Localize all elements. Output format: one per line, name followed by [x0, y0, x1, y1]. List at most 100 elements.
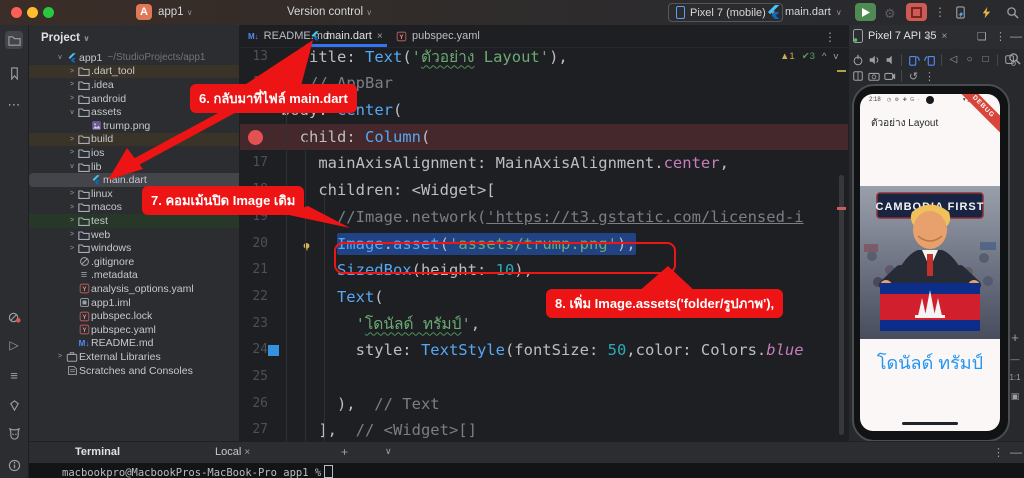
- chevron-right-icon[interactable]: >: [67, 217, 77, 224]
- line-number[interactable]: 23: [240, 311, 268, 338]
- tree-item-test[interactable]: >test: [29, 214, 239, 228]
- project-panel-header[interactable]: Project ∨: [41, 32, 90, 44]
- chevron-right-icon[interactable]: >: [55, 353, 65, 360]
- rotate-left-icon[interactable]: [907, 54, 920, 66]
- close-tab-icon[interactable]: ×: [377, 31, 383, 42]
- line-number[interactable]: 22: [240, 284, 268, 311]
- phone-screen[interactable]: 2:18 ◷ ⚙ ✚ G · ▾ ◢ ▮ DEBUG ตัวอย่าง Layo…: [860, 94, 1000, 431]
- code-text[interactable]: children: <Widget>[: [281, 177, 496, 204]
- chevron-down-icon[interactable]: v: [67, 163, 77, 170]
- strip-structure-lines-button[interactable]: ≡: [5, 366, 23, 384]
- volume-down-icon[interactable]: [883, 54, 896, 66]
- nav-home-icon[interactable]: ○: [963, 54, 976, 65]
- code-text[interactable]: //Image.network('https://t3.gstatic.com/…: [281, 204, 804, 231]
- tree-item-analysis-options-yaml[interactable]: Yanalysis_options.yaml: [29, 282, 239, 296]
- terminal-output[interactable]: macbookpro@MacbookPros-MacBook-Pro app1 …: [29, 463, 1024, 478]
- device-tab[interactable]: Pixel 7 API 35 ×: [853, 29, 947, 43]
- strip-todo-cat-button[interactable]: [5, 424, 23, 442]
- volume-up-icon[interactable]: [867, 54, 880, 66]
- tree-item-windows[interactable]: >windows: [29, 241, 239, 255]
- chevron-right-icon[interactable]: >: [67, 245, 77, 252]
- code-text[interactable]: style: TextStyle(fontSize: 50,color: Col…: [281, 337, 804, 364]
- search-icon[interactable]: [1004, 6, 1020, 19]
- strip-do-not-disturb-button[interactable]: [5, 308, 23, 326]
- hot-reload-bolt-icon[interactable]: [978, 6, 994, 19]
- tree-item-main-dart[interactable]: main.dart: [29, 173, 239, 187]
- macos-close-button[interactable]: [11, 7, 22, 18]
- add-device-icon[interactable]: +: [925, 29, 933, 44]
- code-line-18[interactable]: 18children: <Widget>[: [240, 177, 848, 204]
- run-configuration[interactable]: main.dart∨: [768, 5, 842, 19]
- tree-item-readme-md[interactable]: M↓README.md: [29, 337, 239, 351]
- strip-more-horizontal-button[interactable]: ⋯: [5, 96, 23, 114]
- strip-run-play-button[interactable]: ▷: [5, 336, 23, 354]
- hide-terminal-icon[interactable]: —: [1010, 445, 1022, 459]
- inspections-widget[interactable]: ▲1 ✔3 ^ v: [780, 51, 838, 62]
- close-device-tab-icon[interactable]: ×: [942, 31, 948, 42]
- new-terminal-icon[interactable]: +: [341, 445, 348, 459]
- window-mode-icon[interactable]: ❏: [977, 30, 987, 43]
- tree-item--metadata[interactable]: ≡.metadata: [29, 269, 239, 283]
- terminal-title[interactable]: Terminal: [75, 446, 120, 458]
- screenshot-camera-icon[interactable]: [867, 70, 880, 82]
- project-menu[interactable]: app1 ∨: [158, 6, 193, 18]
- device-selector[interactable]: Pixel 7 (mobile)▾: [668, 3, 783, 22]
- tree-item-app1-iml[interactable]: app1.iml: [29, 296, 239, 310]
- code-line-27[interactable]: 27 ], // <Widget>[]: [240, 417, 848, 441]
- code-text[interactable]: Text(: [281, 284, 384, 311]
- zoom-reset-button[interactable]: 1:1: [1009, 373, 1020, 382]
- chevron-down-icon[interactable]: v: [55, 54, 65, 61]
- more-actions-kebab-icon[interactable]: ⋮: [934, 5, 946, 19]
- code-line-25[interactable]: 25: [240, 364, 848, 391]
- zoom-fit-icon[interactable]: ▣: [1011, 391, 1020, 402]
- tree-item--dart-tool[interactable]: >.dart_tool: [29, 65, 239, 79]
- tree-item-app1[interactable]: vapp1~/StudioProjects/app1: [29, 51, 239, 65]
- breakpoint-icon[interactable]: [248, 130, 263, 145]
- tree-item-build[interactable]: >build: [29, 133, 239, 147]
- tree-item-pubspec-lock[interactable]: Ypubspec.lock: [29, 309, 239, 323]
- tree-item-ios[interactable]: >ios: [29, 146, 239, 160]
- terminal-tab-local[interactable]: Local ×: [215, 446, 250, 458]
- line-number[interactable]: 21: [240, 257, 268, 284]
- code-text[interactable]: child: Column(: [281, 124, 430, 151]
- strip-project-folder-button[interactable]: [5, 31, 23, 49]
- rotate-right-icon[interactable]: [923, 54, 936, 66]
- tree-item-trump-png[interactable]: trump.png: [29, 119, 239, 133]
- chevron-right-icon[interactable]: >: [67, 95, 77, 102]
- editor-options-kebab-icon[interactable]: ⋮: [824, 30, 836, 44]
- chevron-right-icon[interactable]: >: [67, 68, 77, 75]
- macos-zoom-button[interactable]: [43, 7, 54, 18]
- zoom-in-icon[interactable]: +: [1011, 330, 1019, 345]
- chevron-down-icon[interactable]: v: [67, 109, 77, 116]
- code-line-26[interactable]: 26), // Text: [240, 391, 848, 418]
- tree-item-external-libraries[interactable]: >External Libraries: [29, 350, 239, 364]
- editor-tab-pubspec.yaml[interactable]: Ypubspec.yaml: [388, 25, 488, 47]
- terminal-kebab-icon[interactable]: ⋮: [993, 446, 1004, 459]
- hide-panel-icon[interactable]: —: [1010, 29, 1022, 43]
- zoom-out-icon[interactable]: —: [1011, 354, 1020, 364]
- strip-problems-info-button[interactable]: [5, 456, 23, 474]
- terminal-dropdown-icon[interactable]: ∨: [385, 446, 392, 457]
- chevron-right-icon[interactable]: >: [67, 190, 77, 197]
- chevron-right-icon[interactable]: >: [67, 149, 77, 156]
- tree-item-web[interactable]: >web: [29, 228, 239, 242]
- power-icon[interactable]: [851, 54, 864, 66]
- line-number[interactable]: 24: [240, 337, 268, 364]
- line-number[interactable]: 17: [240, 150, 268, 177]
- code-text[interactable]: mainAxisAlignment: MainAxisAlignment.cen…: [281, 150, 729, 177]
- nav-back-icon[interactable]: ◁: [947, 54, 960, 65]
- line-number[interactable]: 25: [240, 364, 268, 391]
- line-number[interactable]: 27: [240, 417, 268, 441]
- snapshot-restore-icon[interactable]: ↺: [907, 70, 920, 83]
- strip-bookmark-button[interactable]: [5, 64, 23, 82]
- chevron-right-icon[interactable]: >: [67, 231, 77, 238]
- macos-minimize-button[interactable]: [27, 7, 38, 18]
- nav-overview-icon[interactable]: □: [979, 54, 992, 65]
- debug-button[interactable]: ⚙: [884, 6, 896, 22]
- kebab-icon[interactable]: ⋮: [923, 70, 936, 83]
- tree-item-lib[interactable]: vlib: [29, 160, 239, 174]
- code-line-24[interactable]: 24 style: TextStyle(fontSize: 50,color: C…: [240, 337, 848, 364]
- code-text[interactable]: ], // <Widget>[]: [281, 417, 477, 441]
- run-button[interactable]: [855, 3, 876, 21]
- gesture-bar[interactable]: [902, 422, 958, 425]
